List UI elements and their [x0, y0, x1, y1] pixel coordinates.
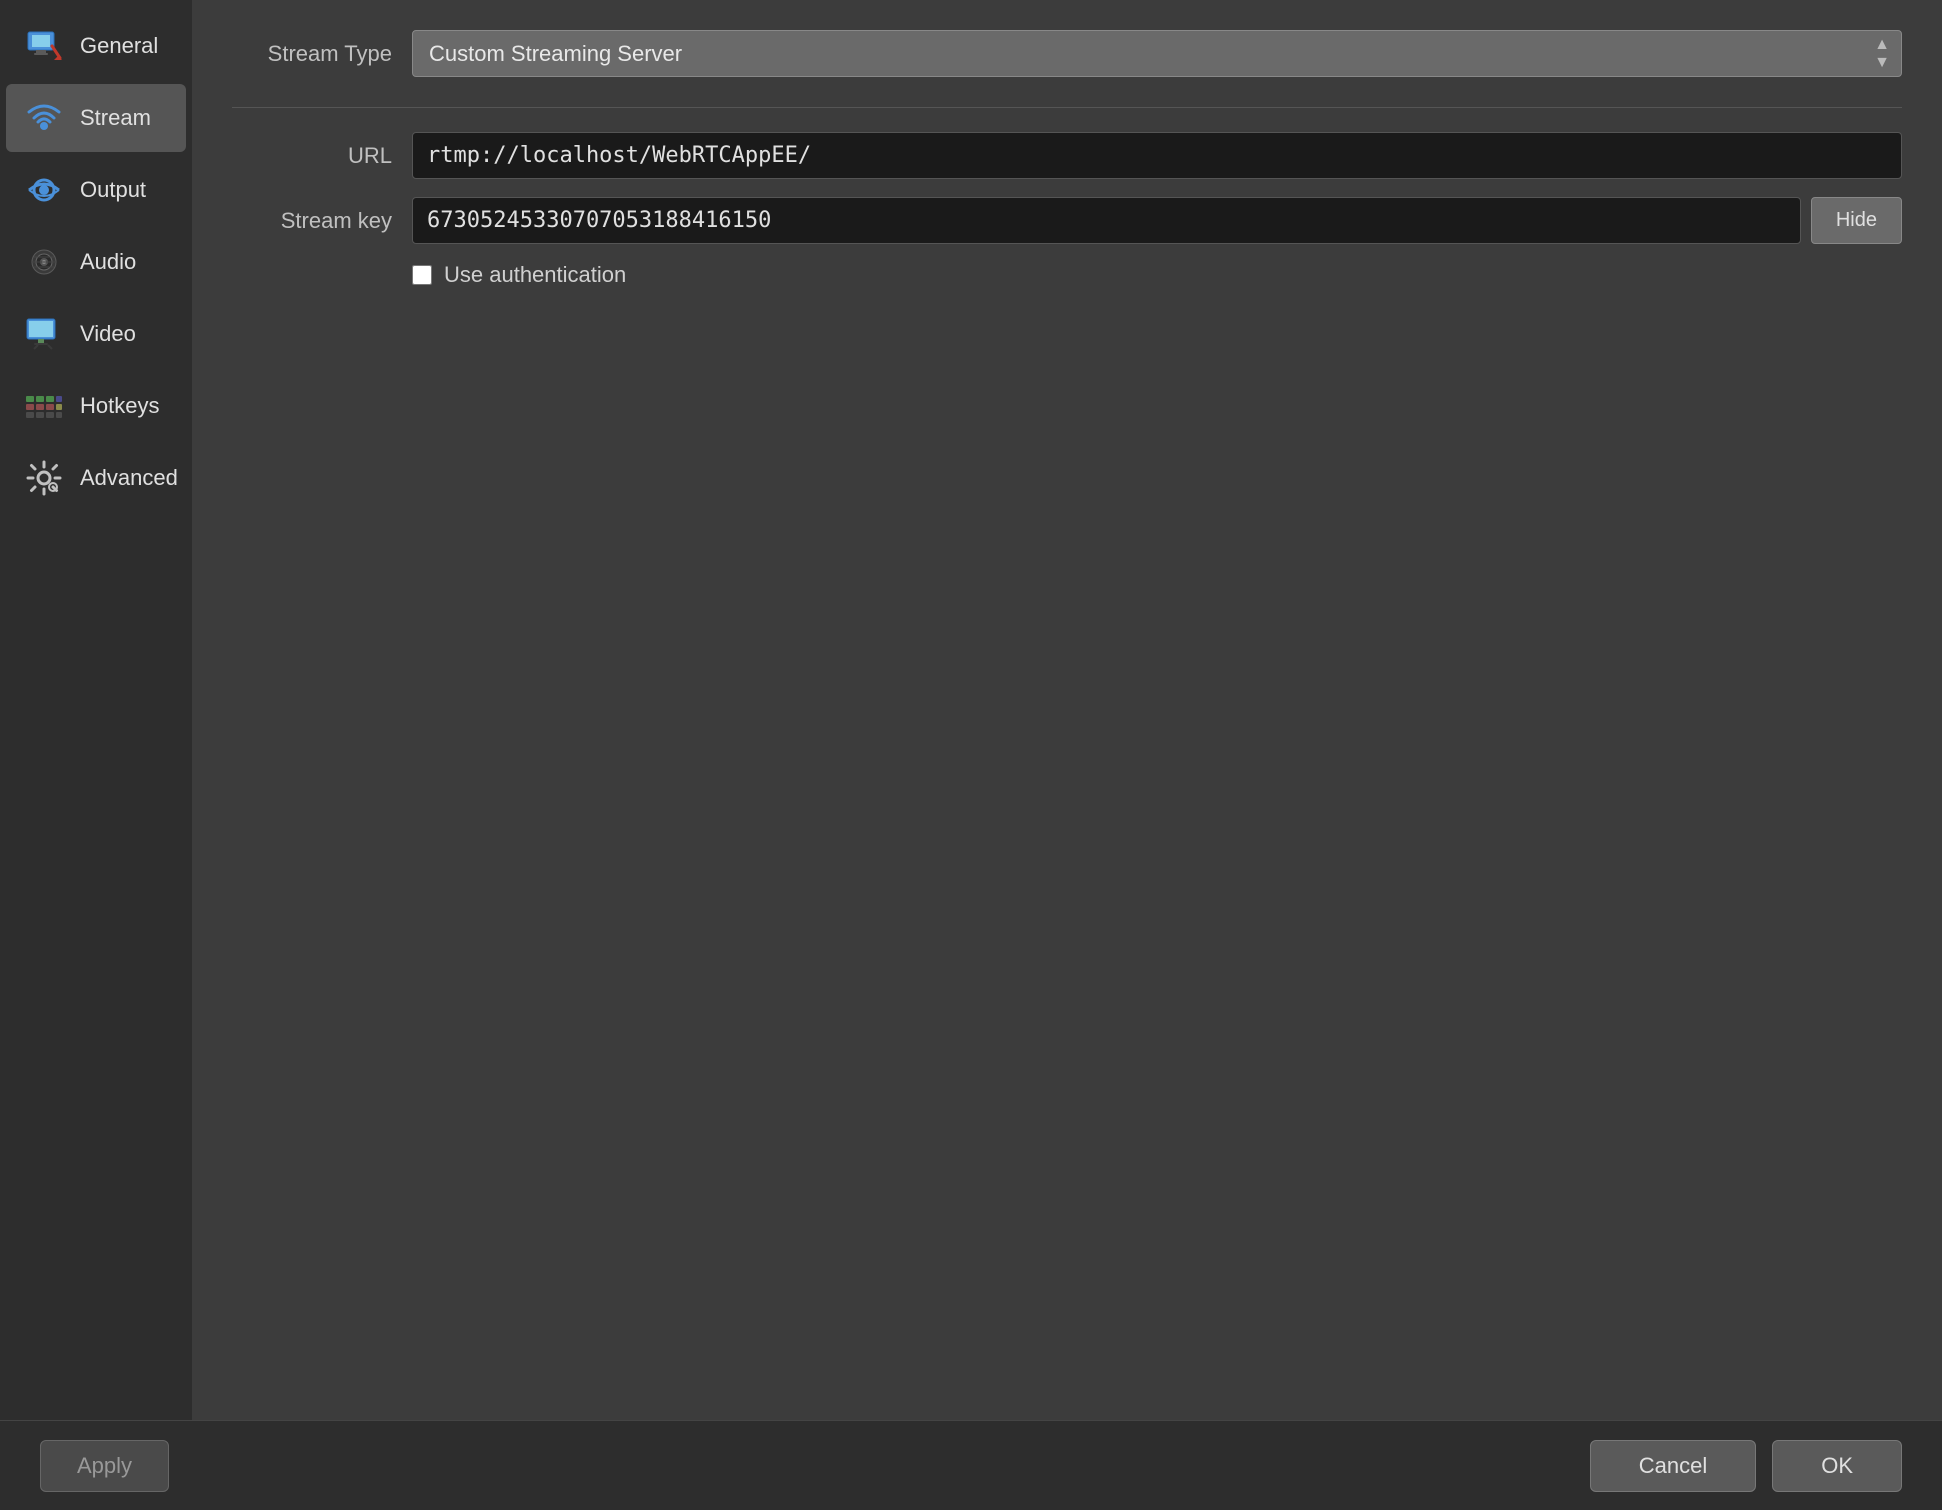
output-icon — [22, 168, 66, 212]
section-divider — [232, 107, 1902, 108]
hide-button[interactable]: Hide — [1811, 197, 1902, 244]
stream-key-row: Stream key Hide — [232, 197, 1902, 244]
sidebar-item-stream-label: Stream — [80, 105, 151, 131]
sidebar-item-general-label: General — [80, 33, 158, 59]
stream-key-label: Stream key — [232, 208, 392, 234]
stream-type-label: Stream Type — [232, 41, 392, 67]
sidebar-item-hotkeys-label: Hotkeys — [80, 393, 159, 419]
audio-icon — [22, 240, 66, 284]
sidebar-item-audio[interactable]: Audio — [6, 228, 186, 296]
sidebar-item-video-label: Video — [80, 321, 136, 347]
sidebar-item-video[interactable]: Video — [6, 300, 186, 368]
general-icon — [22, 24, 66, 68]
auth-row: Use authentication — [412, 262, 1902, 288]
sidebar-item-hotkeys[interactable]: Hotkeys — [6, 372, 186, 440]
use-auth-checkbox[interactable] — [412, 265, 432, 285]
sidebar-item-audio-label: Audio — [80, 249, 136, 275]
use-auth-label[interactable]: Use authentication — [444, 262, 626, 288]
stream-type-select[interactable]: Custom Streaming Server — [412, 30, 1902, 77]
advanced-icon — [22, 456, 66, 500]
bottom-right-buttons: Cancel OK — [1590, 1440, 1902, 1492]
hotkeys-icon — [22, 384, 66, 428]
main-content: Stream Type Custom Streaming Server ▲ ▼ … — [192, 0, 1942, 1420]
sidebar-item-output-label: Output — [80, 177, 146, 203]
video-icon — [22, 312, 66, 356]
sidebar-item-advanced-label: Advanced — [80, 465, 178, 491]
sidebar-item-advanced[interactable]: Advanced — [6, 444, 186, 512]
bottom-bar: Apply Cancel OK — [0, 1420, 1942, 1510]
sidebar: General Stream — [0, 0, 192, 1420]
stream-icon — [22, 96, 66, 140]
ok-button[interactable]: OK — [1772, 1440, 1902, 1492]
stream-key-input[interactable] — [412, 197, 1801, 244]
url-input[interactable] — [412, 132, 1902, 179]
stream-type-row: Stream Type Custom Streaming Server ▲ ▼ — [232, 30, 1902, 77]
sidebar-item-general[interactable]: General — [6, 12, 186, 80]
apply-button[interactable]: Apply — [40, 1440, 169, 1492]
sidebar-item-output[interactable]: Output — [6, 156, 186, 224]
url-row: URL — [232, 132, 1902, 179]
stream-type-select-wrap: Custom Streaming Server ▲ ▼ — [412, 30, 1902, 77]
url-label: URL — [232, 143, 392, 169]
cancel-button[interactable]: Cancel — [1590, 1440, 1756, 1492]
stream-key-wrap: Hide — [412, 197, 1902, 244]
sidebar-item-stream[interactable]: Stream — [6, 84, 186, 152]
